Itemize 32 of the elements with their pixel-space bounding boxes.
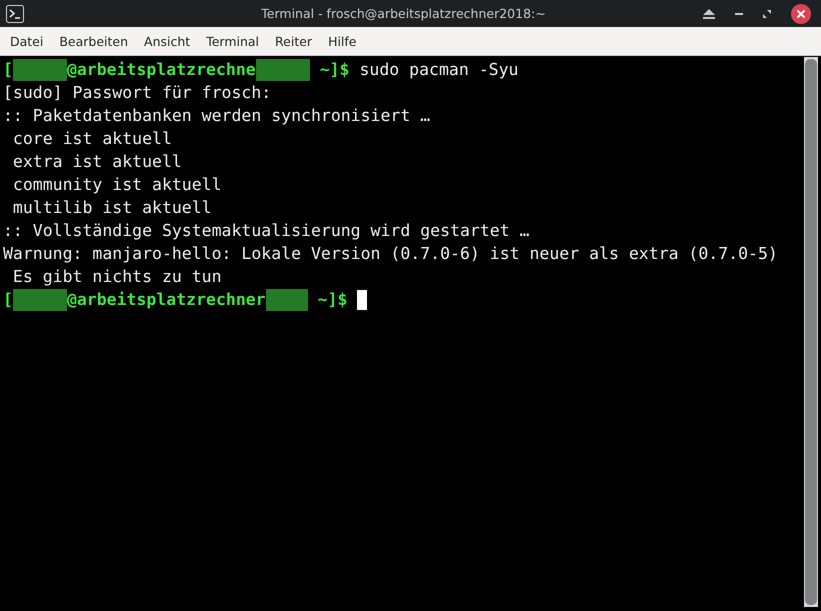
prompt-symbol: ~]$ <box>318 290 348 309</box>
output-line: multilib ist aktuell <box>12 198 212 217</box>
keep-above-icon[interactable] <box>703 8 715 18</box>
prompt-symbol: ~]$ <box>320 60 350 79</box>
minimize-icon[interactable] <box>735 12 743 14</box>
prompt-bracket: [ <box>3 290 13 309</box>
redaction-block <box>12 288 67 310</box>
menu-item[interactable]: Ansicht <box>136 30 198 52</box>
redaction-block <box>256 58 310 80</box>
output-line: Es gibt nichts zu tun <box>12 267 222 286</box>
redaction-block <box>266 288 308 310</box>
output-line: [sudo] Passwort für frosch: <box>3 83 272 102</box>
output-line: :: Vollständige Systemaktualisierung wird gestartet … <box>3 221 530 240</box>
terminal-icon <box>6 4 24 22</box>
output-line: Warnung: manjaro-hello: Lokale Version (0.7.0-6) ist neuer als extra (0.7.0-5) <box>3 244 778 263</box>
menu-item[interactable]: Hilfe <box>320 30 364 52</box>
output-line: core ist aktuell <box>12 129 172 148</box>
maximize-icon[interactable] <box>763 10 771 18</box>
command-text: sudo pacman -Syu <box>360 60 518 79</box>
prompt-host: @arbeitsplatzrechner <box>66 290 266 309</box>
window-title: Terminal - frosch@arbeitsplatzrechner2018:~ <box>260 6 547 21</box>
menu-item[interactable]: Reiter <box>267 30 320 52</box>
menu-item[interactable]: Bearbeiten <box>51 30 136 52</box>
menu-item[interactable]: Datei <box>2 30 52 52</box>
output-line: extra ist aktuell <box>12 152 182 171</box>
prompt-host: @arbeitsplatzrechne <box>66 60 256 79</box>
redaction-block <box>12 58 67 80</box>
output-line: community ist aktuell <box>12 175 222 194</box>
prompt-bracket: [ <box>3 60 13 79</box>
menu-item[interactable]: Terminal <box>198 30 268 52</box>
output-line: :: Paketdatenbanken werden synchronisiert … <box>3 106 430 125</box>
close-icon[interactable] <box>791 4 811 24</box>
